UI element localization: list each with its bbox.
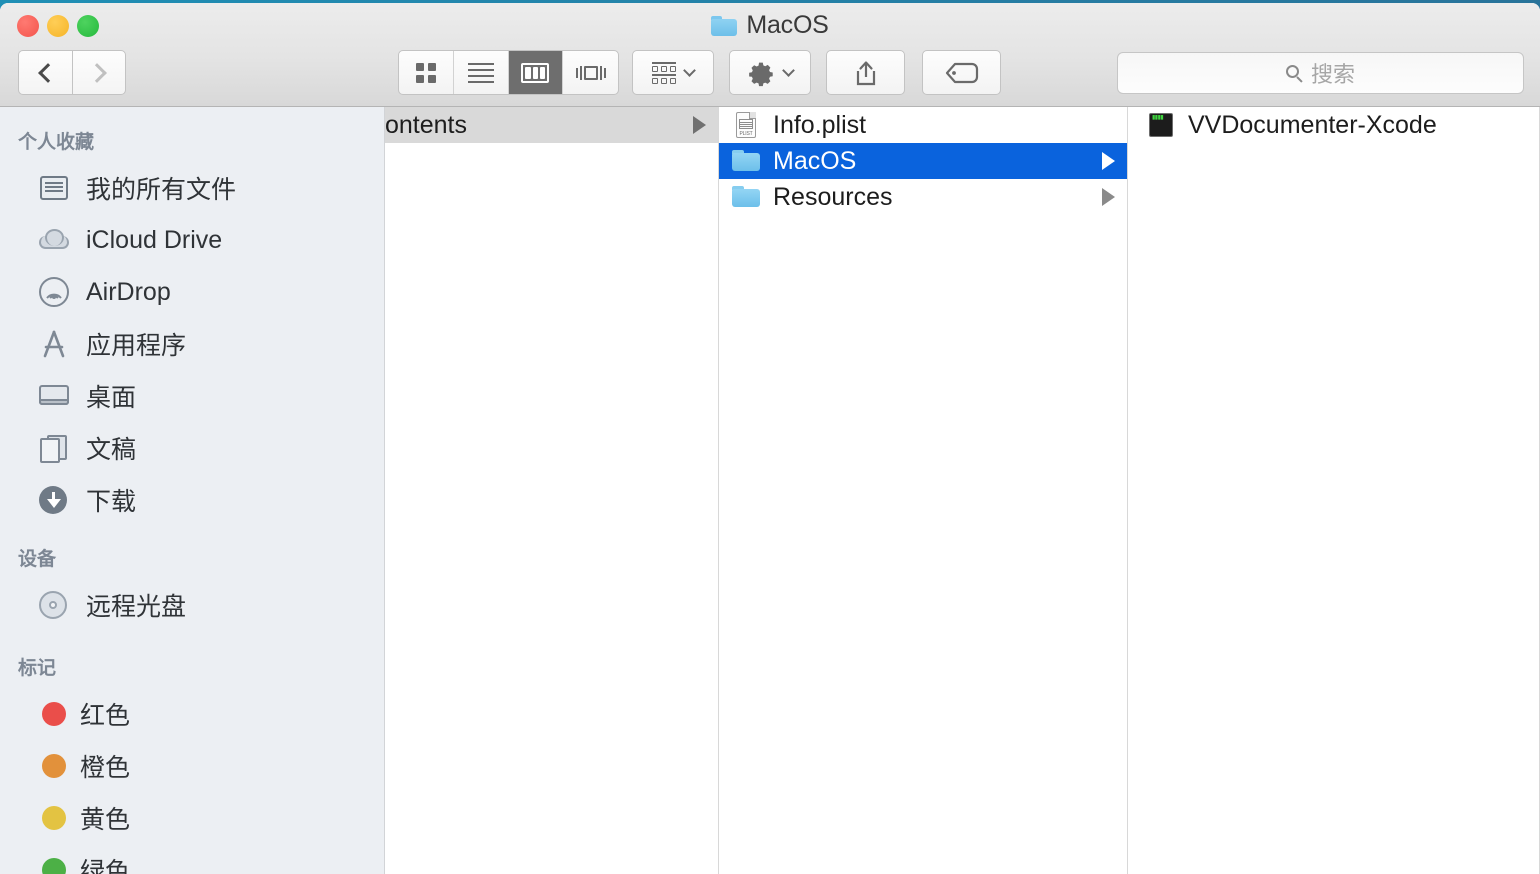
finder-window: MacOS 搜索 个人收藏 我的所有文件 iCloud Drive AirDro… [0, 3, 1540, 874]
sidebar-item-tag-yellow[interactable]: 黄色 [0, 792, 384, 844]
search-icon [1285, 64, 1303, 83]
column-browser: ontents PLIST Info.plist MacOS Resources… [385, 107, 1540, 874]
share-icon [856, 60, 875, 85]
sidebar-item-label: 应用程序 [86, 332, 187, 360]
sidebar-item-label: 我的所有文件 [86, 176, 237, 204]
file-name: VVDocumenter-Xcode [1188, 110, 1437, 139]
sidebar-item-icloud-drive[interactable]: iCloud Drive [0, 214, 384, 266]
file-name: Resources [773, 182, 893, 211]
search-placeholder: 搜索 [1310, 62, 1355, 87]
sidebar-section-devices-header: 设备 [18, 549, 57, 570]
sidebar-item-downloads[interactable]: 下载 [0, 474, 384, 526]
cloud-icon [36, 224, 72, 256]
sidebar-item-label: iCloud Drive [86, 225, 223, 254]
sidebar-item-label: AirDrop [86, 277, 171, 306]
chevron-down-icon [782, 64, 795, 77]
column-view-button[interactable] [508, 51, 564, 94]
desktop-icon [36, 380, 72, 412]
sidebar-section-tags-header: 标记 [18, 658, 57, 679]
sidebar-item-label: 橙色 [80, 754, 131, 782]
list-item[interactable]: PLIST Info.plist [719, 107, 1127, 143]
sidebar-item-documents[interactable]: 文稿 [0, 422, 384, 474]
action-menu-button[interactable] [729, 50, 811, 95]
tag-dot-icon [42, 702, 66, 726]
finder-column-2: PLIST Info.plist MacOS Resources [719, 107, 1128, 874]
arrange-icon [652, 61, 676, 84]
sidebar-item-label: 红色 [80, 702, 131, 730]
disclosure-arrow-icon [1102, 188, 1115, 206]
arrange-button[interactable] [632, 50, 714, 95]
chevron-left-icon [38, 62, 58, 83]
tag-icon [945, 62, 978, 83]
applications-icon [36, 328, 72, 360]
icon-view-button[interactable] [399, 51, 454, 94]
list-item[interactable]: ▮▮▮▮ VVDocumenter-Xcode [1128, 107, 1539, 143]
view-mode-segmented-control [398, 50, 619, 95]
sidebar-item-label: 绿色 [80, 858, 131, 874]
disclosure-arrow-icon [693, 116, 706, 134]
sidebar-item-label: 文稿 [86, 436, 137, 464]
sidebar-item-tag-orange[interactable]: 橙色 [0, 740, 384, 792]
file-name: ontents [385, 110, 468, 139]
sidebar-item-tag-red[interactable]: 红色 [0, 688, 384, 740]
grid-icon [415, 62, 436, 83]
tag-dot-icon [42, 754, 66, 778]
columns-icon [521, 62, 550, 83]
finder-content: 个人收藏 我的所有文件 iCloud Drive AirDrop 应用程序 桌面… [0, 107, 1540, 874]
disclosure-arrow-icon [1102, 152, 1115, 170]
sidebar-item-applications[interactable]: 应用程序 [0, 318, 384, 370]
airdrop-icon [36, 276, 72, 308]
tag-button[interactable] [922, 50, 1001, 95]
file-name: Info.plist [773, 110, 867, 139]
all-files-icon [36, 172, 72, 204]
folder-icon [731, 146, 761, 176]
window-title: MacOS [0, 11, 1540, 40]
plist-file-icon: PLIST [731, 110, 761, 140]
folder-icon [731, 182, 761, 212]
sidebar-item-label: 远程光盘 [86, 593, 187, 621]
forward-button[interactable] [72, 50, 126, 95]
window-title-label: MacOS [746, 11, 829, 39]
chevron-down-icon [683, 64, 696, 77]
chevron-right-icon [86, 62, 107, 83]
sidebar-item-label: 下载 [86, 488, 137, 516]
tag-dot-icon [42, 806, 66, 830]
finder-column-1: ontents [385, 107, 719, 874]
remote-disc-icon [36, 589, 72, 621]
downloads-icon [36, 484, 72, 516]
sidebar-item-all-files[interactable]: 我的所有文件 [0, 162, 384, 214]
sidebar-section-favorites-header: 个人收藏 [18, 132, 95, 153]
sidebar-item-desktop[interactable]: 桌面 [0, 370, 384, 422]
finder-column-3: ▮▮▮▮ VVDocumenter-Xcode [1128, 107, 1540, 874]
folder-icon [711, 15, 738, 36]
list-view-button[interactable] [454, 51, 509, 94]
sidebar-item-label: 黄色 [80, 806, 131, 834]
documents-icon [36, 432, 72, 464]
sidebar-item-label: 桌面 [86, 384, 137, 412]
search-input[interactable]: 搜索 [1117, 52, 1524, 94]
window-titlebar: MacOS 搜索 [0, 3, 1540, 107]
back-button[interactable] [18, 50, 72, 95]
sidebar: 个人收藏 我的所有文件 iCloud Drive AirDrop 应用程序 桌面… [0, 107, 385, 874]
list-item[interactable]: Resources [719, 179, 1127, 215]
list-item[interactable]: ontents [385, 107, 718, 143]
sidebar-item-remote-disc[interactable]: 远程光盘 [0, 579, 384, 631]
share-button[interactable] [826, 50, 905, 95]
executable-icon: ▮▮▮▮ [1146, 110, 1176, 140]
list-item[interactable]: MacOS [719, 143, 1127, 179]
gear-icon [749, 62, 773, 86]
tag-dot-icon [42, 858, 66, 874]
list-icon [467, 62, 494, 83]
sidebar-item-airdrop[interactable]: AirDrop [0, 266, 384, 318]
sidebar-item-tag-green[interactable]: 绿色 [0, 844, 384, 874]
coverflow-icon [575, 63, 607, 83]
coverflow-view-button[interactable] [563, 51, 618, 94]
navigation-buttons [18, 50, 126, 95]
file-name: MacOS [773, 146, 857, 175]
